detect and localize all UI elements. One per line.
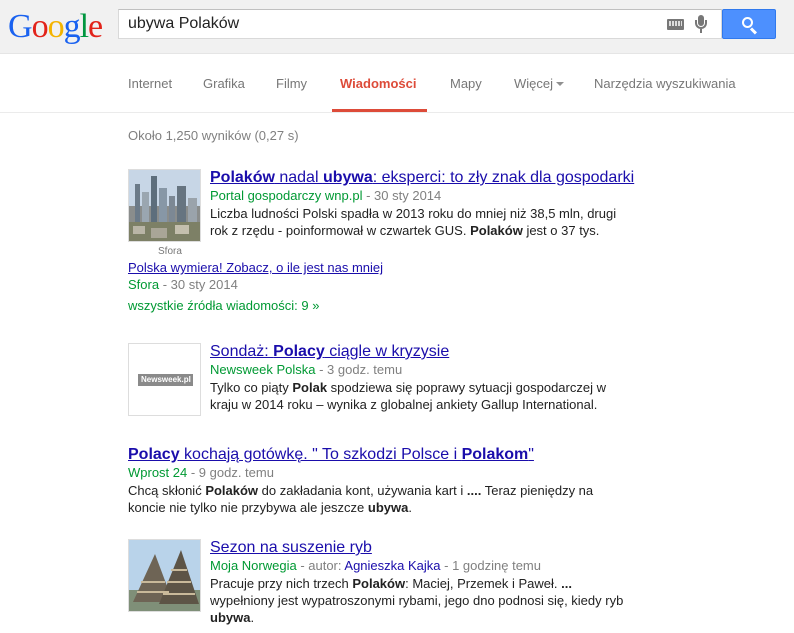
all-news-sources-link[interactable]: wszystkie źródła wiadomości: 9 » xyxy=(128,298,319,313)
result-title-wrap: Polaków nadal ubywa: eksperci: to zły zn… xyxy=(210,169,634,187)
logo-letter: o xyxy=(31,8,49,45)
result-title-wrap: Sondaż: Polacy ciągle w kryzysie xyxy=(210,343,449,361)
microphone-icon[interactable] xyxy=(695,15,707,35)
title-part: : eksperci: to zły znak dla gospodarki xyxy=(372,169,635,186)
result-time: - 30 sty 2014 xyxy=(362,188,442,203)
result-source-line: Portal gospodarczy wnp.pl - 30 sty 2014 xyxy=(210,188,441,203)
result-snippet: Liczba ludności Polski spadła w 2013 rok… xyxy=(210,205,616,239)
logo-letter: l xyxy=(79,8,90,45)
result-title-link[interactable]: Polaków nadal ubywa: eksperci: to zły zn… xyxy=(210,169,634,186)
result-thumbnail[interactable] xyxy=(128,539,201,612)
title-part: ubywa xyxy=(322,169,373,186)
tab-internet[interactable]: Internet xyxy=(128,76,172,91)
logo-letter: g xyxy=(63,8,81,45)
tab-filmy[interactable]: Filmy xyxy=(276,76,307,91)
result-stats: Około 1,250 wyników (0,27 s) xyxy=(128,128,299,143)
search-box xyxy=(118,9,722,39)
newsweek-logo: Newsweek.pl xyxy=(138,374,193,386)
search-input[interactable] xyxy=(119,10,649,38)
all-sources-wrap: wszystkie źródła wiadomości: 9 » xyxy=(128,298,319,313)
logo-letter: o xyxy=(47,8,65,45)
result-title-wrap: Sezon na suszenie ryb xyxy=(210,539,372,557)
snippet-line: rok z rzędu - poinformował w czwartek GU… xyxy=(210,223,600,238)
result-time: - 9 godz. temu xyxy=(187,465,274,480)
logo-letter: G xyxy=(8,8,33,45)
result-source: Portal gospodarczy wnp.pl xyxy=(210,188,363,203)
result-title-link[interactable]: Sondaż: Polacy ciągle w kryzysie xyxy=(210,343,449,360)
result-title-link[interactable]: Sezon na suszenie ryb xyxy=(210,539,372,556)
result-source: Wprost 24 xyxy=(128,465,188,480)
search-tabs: Internet Grafika Filmy Wiadomości Mapy W… xyxy=(0,55,794,113)
result-source: Newsweek Polska xyxy=(210,362,316,377)
result-source-line: Wprost 24 - 9 godz. temu xyxy=(128,465,274,480)
google-logo[interactable]: Google xyxy=(8,8,103,46)
sub-result-source-line: Sfora - 30 sty 2014 xyxy=(128,277,238,292)
active-tab-indicator xyxy=(332,109,427,112)
result-thumbnail[interactable]: Newsweek.pl xyxy=(128,343,201,416)
result-source-line: Newsweek Polska - 3 godz. temu xyxy=(210,362,402,377)
snippet-line: Liczba ludności Polski spadła w 2013 rok… xyxy=(210,206,617,221)
snippet-line: ubywa. xyxy=(210,610,255,625)
result-snippet: Pracuje przy nich trzech Polaków: Maciej… xyxy=(210,575,623,626)
sub-result-source: Sfora xyxy=(128,277,160,292)
tab-grafika[interactable]: Grafika xyxy=(203,76,245,91)
snippet-line: Chcą skłonić Polaków do zakładania kont,… xyxy=(128,483,594,498)
tab-wiadomosci[interactable]: Wiadomości xyxy=(340,76,416,91)
result-snippet: Chcą skłonić Polaków do zakładania kont,… xyxy=(128,482,593,516)
result-time: - 3 godz. temu xyxy=(315,362,403,377)
result-source: Moja Norwegia xyxy=(210,558,297,573)
chevron-down-icon xyxy=(556,81,565,86)
tab-narzedzia-wyszukiwania[interactable]: Narzędzia wyszukiwania xyxy=(594,76,736,91)
sub-result-time: - 30 sty 2014 xyxy=(159,277,238,292)
title-part: nadal xyxy=(274,169,323,186)
sub-result: Polska wymiera! Zobacz, o ile jest nas m… xyxy=(128,260,383,275)
result-source-line: Moja Norwegia - autor: Agnieszka Kajka -… xyxy=(210,558,541,573)
tab-mapy[interactable]: Mapy xyxy=(450,76,482,91)
keyboard-icon[interactable] xyxy=(667,19,684,30)
top-bar: Google xyxy=(0,0,794,54)
tab-wiecej-label: Więcej xyxy=(514,76,554,91)
title-part: Polaków xyxy=(210,169,275,186)
result-author-link[interactable]: Agnieszka Kajka xyxy=(344,558,440,573)
snippet-line: Tylko co piąty Polak spodziewa się popra… xyxy=(210,380,606,395)
snippet-line: Pracuje przy nich trzech Polaków: Maciej… xyxy=(210,576,572,591)
snippet-line: wypełniony jest wypatroszonymi rybami, j… xyxy=(210,593,624,608)
snippet-line: kraju w 2014 roku – wynika z globalnej a… xyxy=(210,397,598,412)
thumbnail-caption: Sfora xyxy=(158,246,182,257)
result-title-link[interactable]: Polacy kochają gotówkę. " To szkodzi Pol… xyxy=(128,446,534,463)
result-author-prefix: - autor: xyxy=(296,558,345,573)
result-time: - 1 godzinę temu xyxy=(440,558,541,573)
tab-wiecej[interactable]: Więcej xyxy=(514,76,565,91)
snippet-line: koncie nie tylko nie przybywa ale jeszcz… xyxy=(128,500,412,515)
result-title-wrap: Polacy kochają gotówkę. " To szkodzi Pol… xyxy=(128,446,534,464)
sub-result-link[interactable]: Polska wymiera! Zobacz, o ile jest nas m… xyxy=(128,260,383,275)
search-button[interactable] xyxy=(722,9,776,39)
result-thumbnail[interactable] xyxy=(128,169,201,242)
logo-letter: e xyxy=(88,8,103,45)
result-snippet: Tylko co piąty Polak spodziewa się popra… xyxy=(210,379,606,413)
